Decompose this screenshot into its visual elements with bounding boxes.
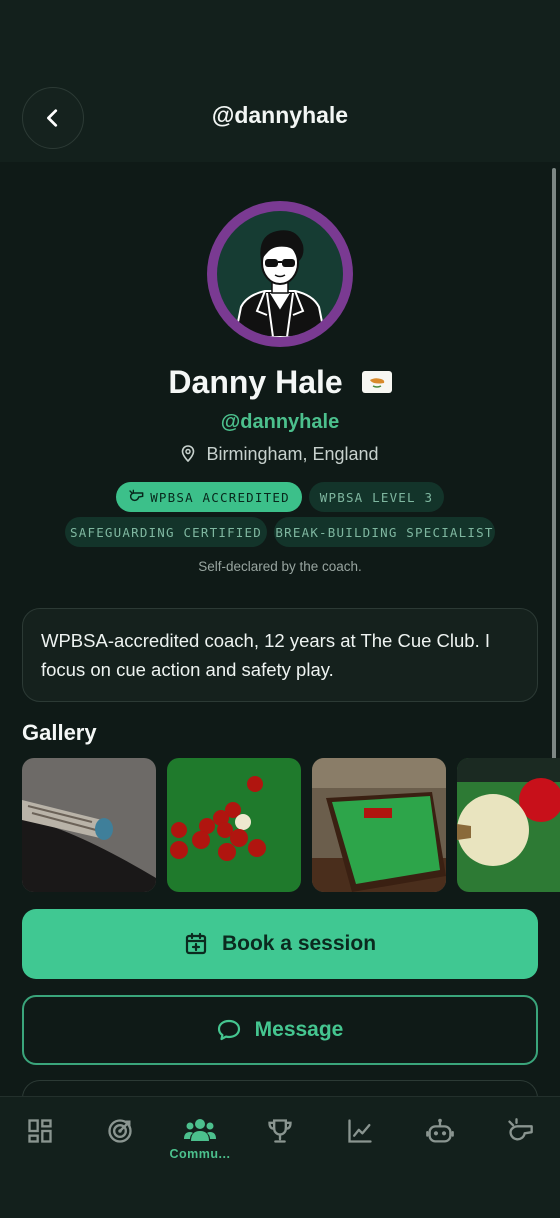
badges-disclaimer: Self-declared by the coach. — [198, 559, 362, 574]
badge-break-building-specialist: BREAK-BUILDING SPECIALIST — [274, 517, 495, 547]
tab-trophy[interactable] — [248, 1117, 312, 1177]
chart-icon — [348, 1119, 372, 1143]
coach-avatar-illustration — [233, 230, 327, 337]
gallery-item-snooker-table[interactable] — [312, 758, 446, 892]
profile-location: Birmingham, England — [0, 444, 560, 465]
message-button[interactable]: Message — [22, 995, 538, 1065]
tab-community-label: Commu... — [169, 1147, 231, 1161]
tab-coach[interactable] — [488, 1117, 552, 1177]
book-session-button[interactable]: Book a session — [22, 909, 538, 979]
community-icon — [184, 1119, 216, 1141]
robot-icon — [426, 1118, 454, 1143]
gallery-item-cue-tip[interactable] — [22, 758, 156, 892]
red-balls-photo — [167, 758, 301, 892]
calendar-add-icon — [185, 932, 207, 955]
badge-safeguarding-certified: SAFEGUARDING CERTIFIED — [65, 517, 267, 547]
page-title: @dannyhale — [211, 102, 349, 128]
gallery-title: Gallery — [22, 720, 97, 745]
bio-card: WPBSA-accredited coach, 12 years at The … — [22, 608, 538, 702]
bottom-tab-bar: Commu... — [0, 1096, 560, 1218]
location-pin-icon — [182, 445, 195, 463]
cue-tip-photo — [22, 758, 156, 892]
profile-handle: @dannyhale — [220, 411, 340, 433]
tab-progress[interactable] — [328, 1117, 392, 1177]
bio-text: WPBSA-accredited coach, 12 years at The … — [41, 630, 491, 680]
profile-name-row: Danny Hale — [0, 364, 560, 401]
profile-name: Danny Hale — [168, 364, 343, 400]
dashboard-icon — [28, 1119, 52, 1143]
tab-target[interactable] — [88, 1117, 152, 1177]
avatar — [207, 201, 353, 347]
snooker-table-photo — [312, 758, 446, 892]
chat-bubble-icon — [217, 1019, 240, 1041]
scrollbar[interactable] — [552, 168, 556, 830]
gallery-item-cue-ball[interactable] — [457, 758, 560, 892]
top-bar: @dannyhale — [0, 0, 560, 162]
cue-ball-photo — [457, 758, 560, 892]
tab-dashboard[interactable] — [8, 1117, 72, 1177]
tab-community[interactable]: Commu... — [168, 1117, 232, 1177]
trophy-icon — [268, 1119, 292, 1143]
gallery-item-red-balls[interactable] — [167, 758, 301, 892]
whistle-icon — [508, 1118, 533, 1141]
badge-wpbsa-level-3: WPBSA LEVEL 3 — [309, 482, 444, 512]
location-text: Birmingham, England — [206, 444, 379, 464]
whistle-icon — [129, 489, 144, 502]
target-icon — [108, 1119, 132, 1143]
cyprus-flag-icon — [361, 370, 392, 393]
tab-assistant[interactable] — [408, 1117, 472, 1177]
badge-wpbsa-accredited: WPBSA ACCREDITED — [116, 482, 302, 512]
